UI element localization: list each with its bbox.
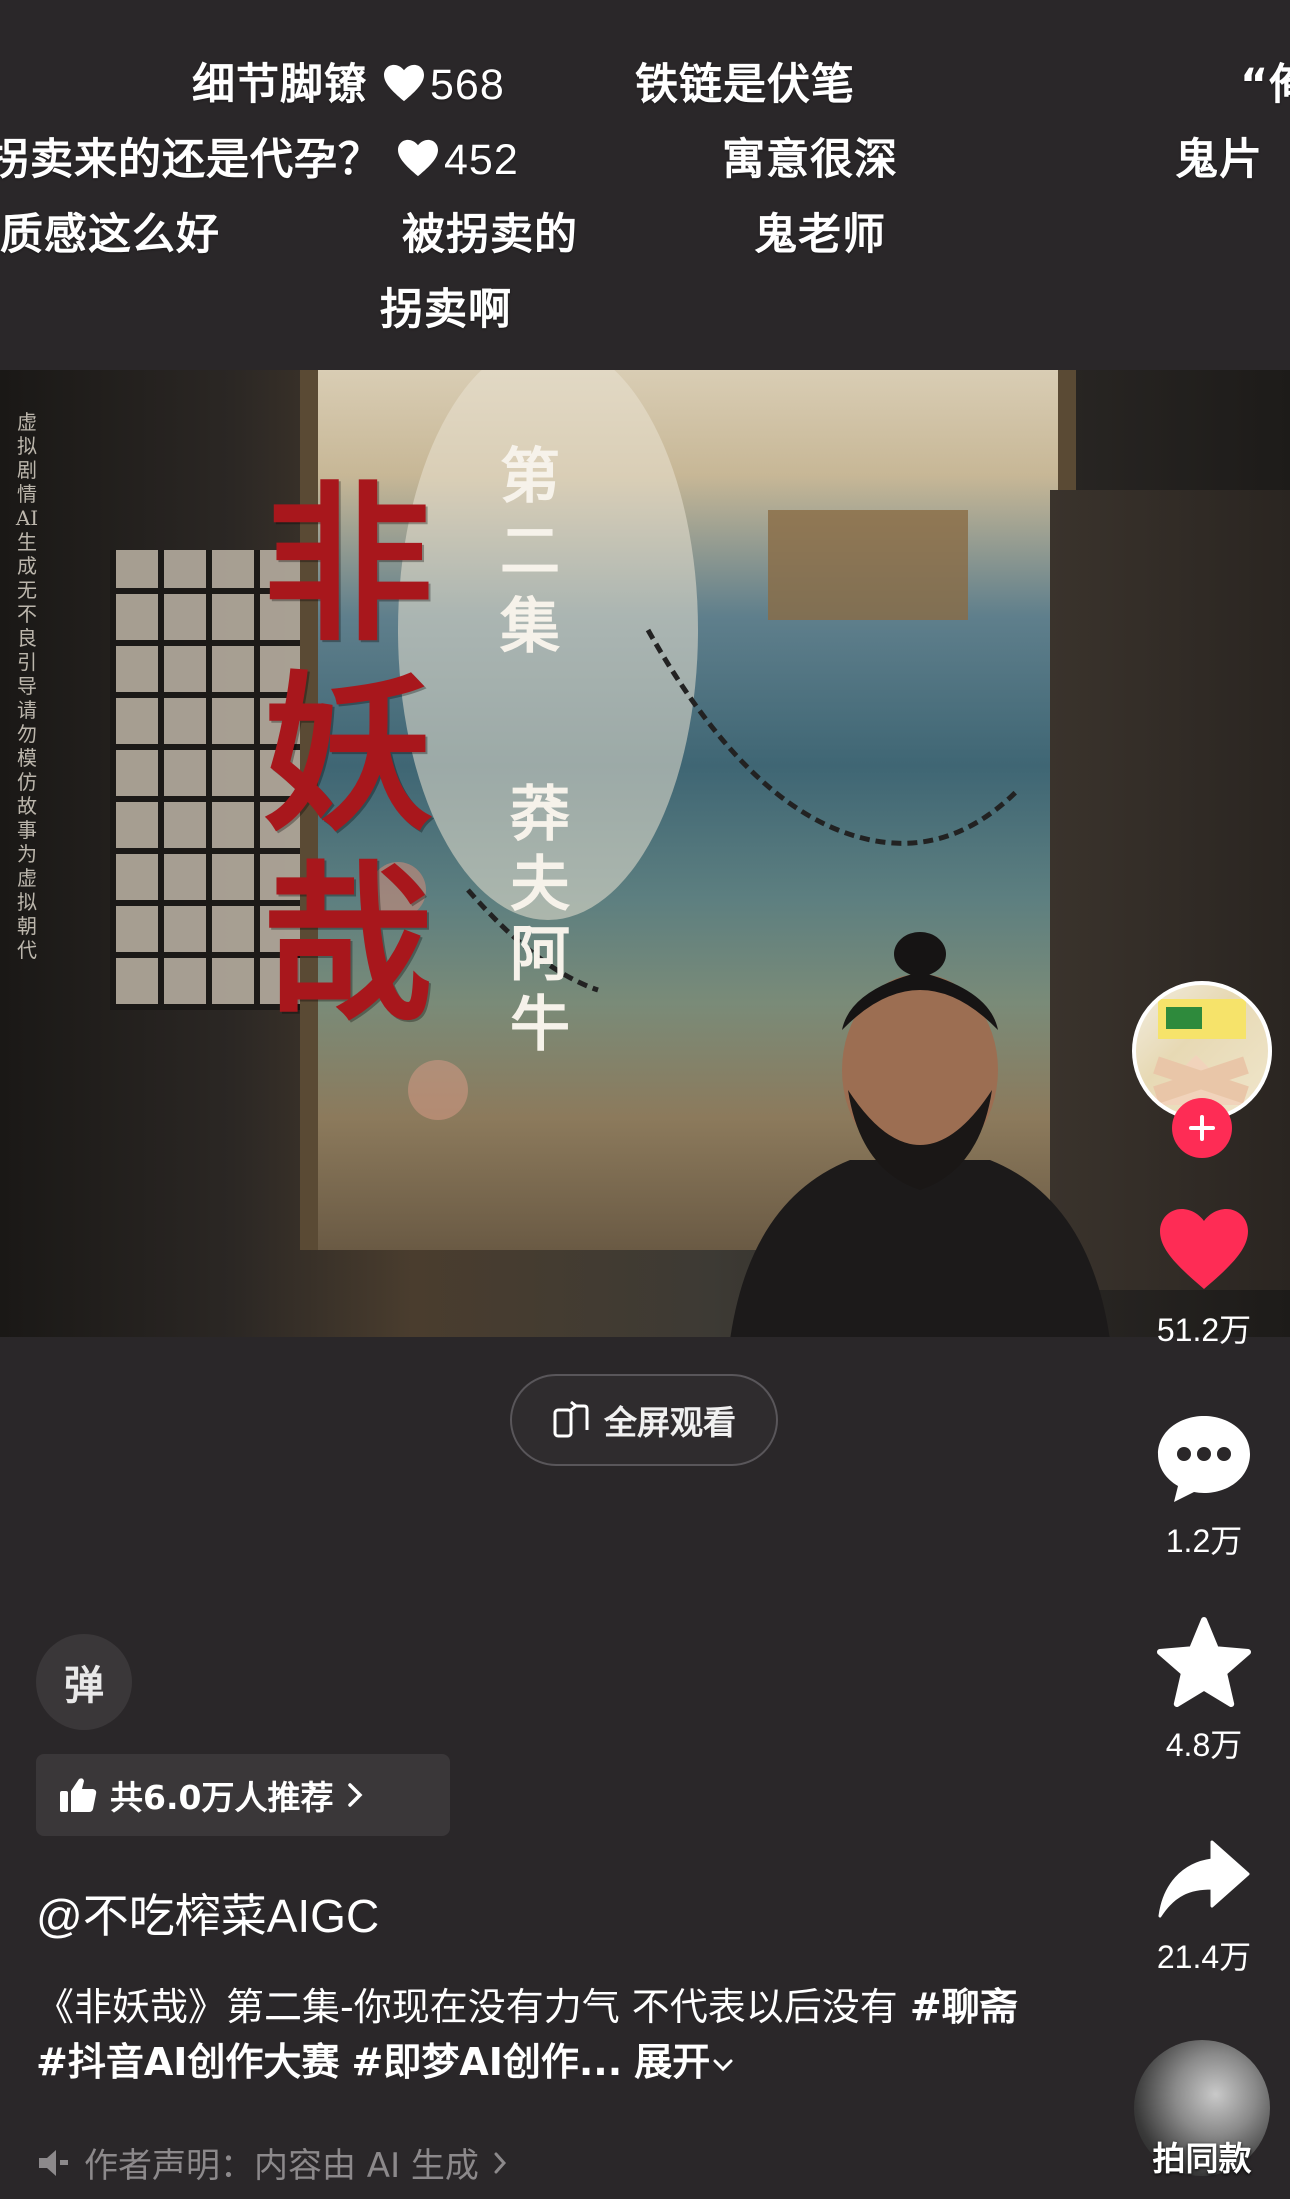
- video-disclaimer: 虚拟剧情 AI生成 无不良引导 请勿模仿 故事为虚拟朝代: [15, 410, 39, 962]
- share-button[interactable]: 21.4万: [1140, 1838, 1268, 1978]
- heart-icon: [1160, 1209, 1248, 1289]
- hashtag[interactable]: #抖音AI创作大赛: [36, 2040, 339, 2084]
- fullscreen-button[interactable]: 全屏观看: [510, 1374, 778, 1466]
- heart-icon: [398, 139, 438, 177]
- chevron-down-icon: [713, 2059, 733, 2071]
- danmaku-comment[interactable]: 拐卖啊: [380, 275, 512, 337]
- hashtag[interactable]: #即梦AI创作...: [351, 2040, 622, 2084]
- danmaku-comment[interactable]: 铁链是伏笔: [635, 50, 855, 112]
- danmaku-comment[interactable]: 鬼片: [1175, 125, 1263, 187]
- danmaku-comment[interactable]: 鬼老师: [754, 200, 886, 262]
- hashtag[interactable]: #聊斋: [910, 1985, 1018, 2029]
- danmaku-toggle-button[interactable]: 弹: [36, 1634, 132, 1730]
- chevron-right-icon: [348, 1783, 363, 1807]
- favorite-button[interactable]: 4.8万: [1140, 1616, 1268, 1766]
- speaker-icon: [39, 2149, 68, 2176]
- danmaku-comment[interactable]: “俺: [1240, 50, 1290, 112]
- follow-button[interactable]: [1172, 1098, 1232, 1158]
- thumbs-up-icon: [60, 1778, 97, 1812]
- chevron-right-icon: [494, 2152, 506, 2173]
- recommend-text: 共6.0万人推荐: [110, 1778, 334, 1817]
- like-button[interactable]: 51.2万: [1140, 1205, 1268, 1351]
- fullscreen-label: 全屏观看: [604, 1403, 736, 1442]
- recommend-banner[interactable]: 共6.0万人推荐: [36, 1754, 450, 1836]
- heart-icon: [384, 64, 424, 102]
- plus-icon: [1189, 1115, 1215, 1141]
- video-player[interactable]: 虚拟剧情 AI生成 无不良引导 请勿模仿 故事为虚拟朝代 非妖哉 第二集 莽夫阿…: [0, 370, 1290, 1337]
- star-icon: [1157, 1617, 1251, 1707]
- comment-count: 1.2万: [1165, 1523, 1243, 1559]
- video-subtitle: 莽夫阿牛: [510, 780, 570, 1060]
- video-main-title: 非妖哉: [262, 465, 433, 1045]
- danmaku-comment[interactable]: 被拐卖的: [402, 200, 578, 262]
- danmaku-comment[interactable]: 寓意很深: [722, 125, 898, 187]
- author-name[interactable]: @不吃榨菜AIGC: [36, 1880, 379, 1946]
- comment-icon: [1158, 1416, 1250, 1502]
- expand-link[interactable]: 展开: [634, 2040, 736, 2084]
- comment-button[interactable]: 1.2万: [1140, 1412, 1268, 1562]
- like-count: 51.2万: [1156, 1312, 1252, 1348]
- ai-claim[interactable]: 作者声明：内容由 AI 生成: [36, 2138, 509, 2187]
- video-episode: 第二集: [500, 442, 560, 662]
- danmaku-comment[interactable]: 细节脚镣 568: [192, 50, 505, 112]
- character-figure: [730, 932, 1110, 1337]
- share-icon: [1158, 1840, 1250, 1918]
- video-description[interactable]: 《非妖哉》第二集-你现在没有力气 不代表以后没有 #聊斋 #抖音AI创作大赛 #…: [36, 1980, 1036, 2090]
- danmaku-comment[interactable]: 拐卖来的还是代孕？ 452: [0, 125, 519, 187]
- share-count: 21.4万: [1156, 1939, 1252, 1975]
- rotate-screen-icon: [553, 1400, 589, 1438]
- danmaku-comment[interactable]: 质感这么好: [0, 200, 220, 262]
- remix-label[interactable]: 拍同款: [1140, 2132, 1264, 2180]
- favorite-count: 4.8万: [1165, 1727, 1243, 1763]
- ai-claim-text: 作者声明：内容由 AI 生成: [84, 2146, 479, 2186]
